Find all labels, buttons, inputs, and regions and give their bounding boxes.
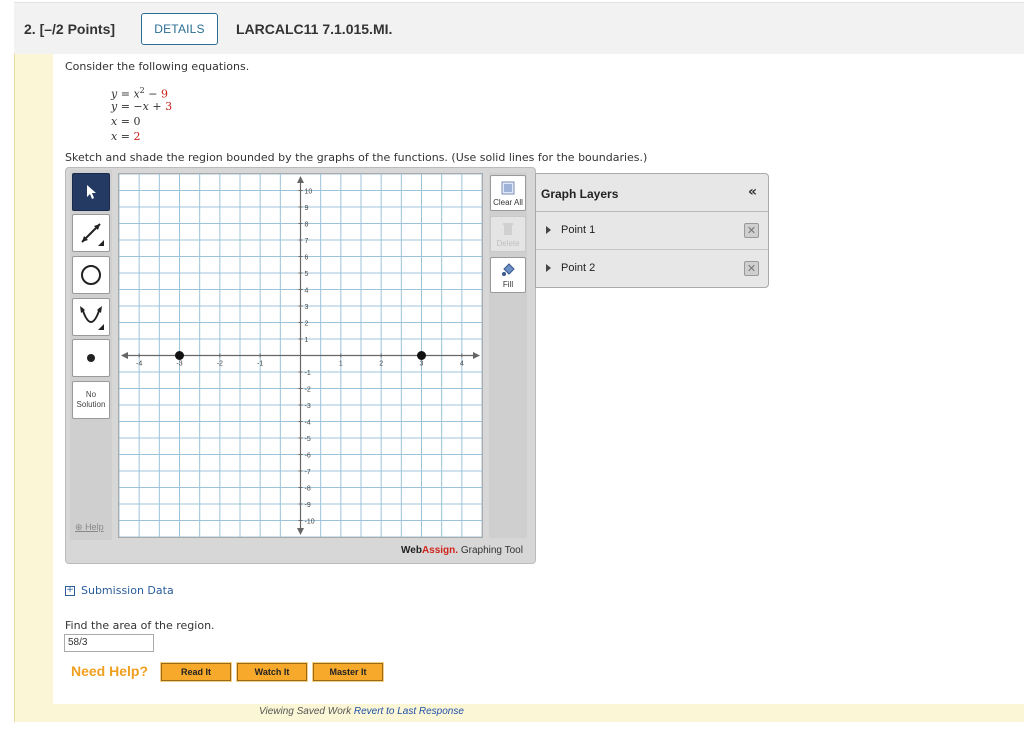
submission-data-label: Submission Data — [81, 584, 174, 597]
left-stripe — [15, 54, 53, 704]
x-tick-label: 2 — [379, 361, 383, 368]
point-icon — [87, 354, 95, 362]
line-tool-button[interactable] — [72, 214, 110, 252]
layer-row[interactable]: Point 2 ✕ — [536, 250, 768, 288]
y-tick-label: -6 — [305, 453, 311, 460]
expand-triangle-icon[interactable] — [546, 264, 551, 272]
line-segment-icon — [81, 223, 104, 246]
no-solution-button[interactable]: No Solution — [72, 381, 110, 419]
expand-plus-icon: + — [65, 585, 75, 596]
trash-icon — [503, 223, 513, 235]
delete-layer-icon[interactable]: ✕ — [744, 223, 759, 238]
fill-button[interactable]: Fill — [490, 257, 526, 293]
help-link[interactable]: ⊕ Help — [75, 522, 104, 533]
revert-link[interactable]: Revert to Last Response — [354, 706, 464, 717]
x-axis-arrow-right — [473, 352, 480, 359]
x-tick-label: -1 — [257, 361, 263, 368]
circle-tool-button[interactable] — [72, 256, 110, 294]
y-tick-label: 5 — [305, 271, 309, 278]
prompt-instruction: Sketch and shade the region bounded by t… — [65, 151, 648, 164]
layer-row[interactable]: Point 1 ✕ — [536, 212, 768, 250]
viewing-saved-work-text: Viewing Saved Work — [259, 706, 354, 717]
x-tick-label: 1 — [339, 361, 343, 368]
question-id: LARCALC11 7.1.015.MI. — [236, 21, 393, 37]
clear-all-icon — [501, 181, 515, 195]
question-title: 2. [–/2 Points] — [24, 21, 115, 37]
x-axis-arrow-left — [121, 352, 128, 359]
area-answer-input[interactable]: 58/3 — [64, 634, 154, 652]
question-number: 2. — [24, 21, 36, 37]
y-tick-label: 1 — [305, 337, 309, 344]
webassign-brand: WebAssign. Graphing Tool — [401, 545, 523, 556]
equation-2: y = −x + 3 — [111, 100, 173, 113]
y-tick-label: -4 — [305, 420, 311, 427]
arrow-pointer-icon — [87, 185, 96, 199]
y-tick-label: 6 — [305, 255, 309, 262]
clear-all-button[interactable]: Clear All — [490, 175, 526, 211]
read-it-button[interactable]: Read It — [160, 662, 232, 682]
y-tick-label: -2 — [305, 387, 311, 394]
paint-bucket-icon — [502, 263, 515, 276]
y-tick-label: -10 — [305, 519, 315, 526]
parabola-icon — [80, 306, 104, 330]
layer-label: Point 1 — [561, 224, 596, 236]
expand-triangle-icon[interactable] — [546, 226, 551, 234]
graph-layers-title: Graph Layers — [541, 187, 619, 201]
y-tick-label: 9 — [305, 205, 309, 212]
master-it-button[interactable]: Master It — [312, 662, 384, 682]
y-axis-arrow-down — [297, 528, 304, 535]
collapse-icon[interactable]: « — [748, 184, 757, 200]
graph-point — [417, 351, 426, 360]
y-tick-label: -5 — [305, 436, 311, 443]
graph-svg: -4 -3 -2 -1 1 2 3 4 10 9 8 7 6 5 4 3 2 1 -1 -2 -3 -4 -5 -6 -7 -8 -… — [118, 173, 483, 538]
details-button[interactable]: DETAILS — [141, 13, 218, 45]
delete-button[interactable]: Delete — [490, 216, 526, 252]
question-header: 2. [–/2 Points] DETAILS LARCALC11 7.1.01… — [14, 2, 1024, 54]
equation-3: x = 0 — [111, 115, 141, 128]
graph-layers-panel: Graph Layers « Point 1 ✕ Point 2 ✕ — [535, 173, 769, 288]
y-tick-label: 7 — [305, 238, 309, 245]
delete-layer-icon[interactable]: ✕ — [744, 261, 759, 276]
graph-point — [175, 351, 184, 360]
x-tick-label: -3 — [176, 361, 182, 368]
y-tick-label: 8 — [305, 222, 309, 229]
x-tick-label: -4 — [136, 361, 142, 368]
y-tick-label: -9 — [305, 502, 311, 509]
area-question: Find the area of the region. — [65, 619, 215, 632]
footer-status: Viewing Saved Work Revert to Last Respon… — [259, 706, 464, 717]
y-tick-label: 10 — [305, 189, 313, 196]
watch-it-button[interactable]: Watch It — [236, 662, 308, 682]
prompt-intro: Consider the following equations. — [65, 60, 250, 73]
y-tick-label: 4 — [305, 288, 309, 295]
y-axis-arrow-up — [297, 176, 304, 183]
help-icon: ⊕ — [75, 522, 83, 532]
equation-1: y = x2 − 9 — [111, 86, 168, 101]
y-tick-label: -8 — [305, 486, 311, 493]
y-tick-label: -1 — [305, 370, 311, 377]
parabola-tool-button[interactable] — [72, 298, 110, 336]
y-tick-label: -3 — [305, 403, 311, 410]
circle-icon — [81, 265, 101, 285]
y-tick-label: 3 — [305, 304, 309, 311]
x-tick-label: -2 — [217, 361, 223, 368]
y-tick-label: 2 — [305, 321, 309, 328]
submission-data-toggle[interactable]: + Submission Data — [65, 584, 174, 597]
point-tool-button[interactable] — [72, 339, 110, 377]
graph-canvas[interactable]: -4 -3 -2 -1 1 2 3 4 10 9 8 7 6 5 4 3 2 1 -1 -2 -3 -4 -5 -6 -7 -8 -… — [118, 173, 483, 538]
question-points: [–/2 Points] — [39, 21, 116, 37]
x-tick-label: 3 — [420, 361, 424, 368]
layer-label: Point 2 — [561, 262, 596, 274]
x-tick-label: 4 — [460, 361, 464, 368]
pointer-tool-button[interactable] — [72, 173, 110, 211]
y-tick-label: -7 — [305, 469, 311, 476]
need-help-label: Need Help? — [71, 663, 149, 679]
footer-band — [15, 704, 1024, 722]
equation-4: x = 2 — [111, 130, 141, 143]
graph-layers-header: Graph Layers « — [536, 174, 768, 212]
